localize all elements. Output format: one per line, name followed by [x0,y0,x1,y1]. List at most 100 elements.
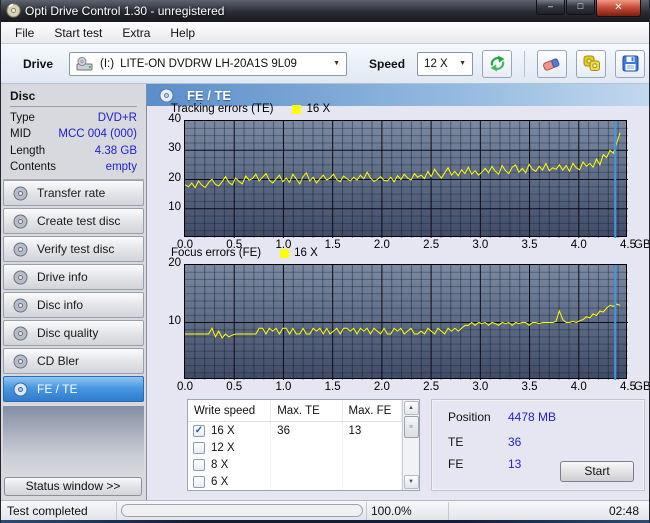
toolbar-separator [524,50,526,77]
status-bar: Test completed 100.0% 02:48 [1,500,649,520]
x-axis-tick-label: 3.0 [472,239,489,251]
sidebar-item-drive-info[interactable]: Drive info [3,264,144,290]
status-window-button[interactable]: Status window >> [4,477,142,496]
y-axis-tick-label: 20 [168,257,181,269]
sidebar-item-label: Create test disc [37,214,121,228]
cell-write-speed: 12 X [188,439,272,456]
menu-item-help[interactable]: Help [160,24,205,42]
statusbar-separator [366,502,367,520]
elapsed-time: 02:48 [608,504,639,518]
erase-disc-button[interactable] [537,49,568,78]
snapshot-button[interactable] [576,49,607,78]
table-scrollbar[interactable]: ▲ ≡ ▼ [402,400,419,490]
menu-item-extra[interactable]: Extra [112,24,160,42]
window-controls: – □ ✕ [535,0,641,17]
x-axis-tick-label: 0.5 [226,381,243,393]
sidebar-item-label: Disc quality [37,326,99,340]
speed-checkbox[interactable] [193,475,205,488]
x-axis-tick-label: 1.0 [275,381,292,393]
results-panel: Position 4478 MB TE 36 FE 13 Start [431,399,645,491]
chart-title-label: Tracking errors (TE) [171,103,274,115]
x-axis-tick-label: 2.5 [423,239,440,251]
result-label-position: Position [448,410,491,424]
sidebar-item-disc-info[interactable]: Disc info [3,292,144,318]
sidebar-item-label: Verify test disc [37,242,115,256]
cell-write-speed: ✓ 16 X [188,422,272,439]
y-axis-tick-label: 10 [168,314,181,327]
tracking-errors-te-plot [184,120,628,238]
y-axis-tick-label: 30 [168,142,181,155]
x-axis-tick-label: 3.0 [472,381,489,393]
start-button[interactable]: Start [560,461,634,482]
menu-item-file[interactable]: File [5,24,44,42]
legend-speed-label: 16 X [294,247,318,259]
refresh-button[interactable] [482,49,513,78]
speed-value: 12 X [424,57,448,70]
window-title: Opti Drive Control 1.30 - unregistered [25,4,225,18]
cell-max-fe [343,456,402,473]
sidebar-item-verify-test-disc[interactable]: Verify test disc [3,236,144,262]
disc-row-value: MCC 004 (000) [58,128,137,140]
col-header-max-te: Max. TE [271,400,343,421]
drive-icon [76,56,94,72]
title-bar[interactable]: Opti Drive Control 1.30 - unregistered –… [1,0,649,22]
maximize-button-icon[interactable]: □ [566,0,595,15]
sidebar-item-transfer-rate[interactable]: Transfer rate [3,180,144,206]
disc-icon [13,242,28,256]
disc-row-type: Type DVD+R [10,112,137,124]
legend-swatch [292,104,302,114]
x-axis-tick-label: 2.5 [423,381,440,393]
scroll-up-icon[interactable]: ▲ [403,401,419,415]
sidebar-empty-area [3,406,144,475]
sidebar-item-create-test-disc[interactable]: Create test disc [3,208,144,234]
chart-canvas [184,121,628,238]
disc-info-panel: Disc Type DVD+R MID MCC 004 (000) Length 4.38… [3,86,144,180]
disc-row-label: Contents [10,161,57,173]
drive-label: Drive [23,56,54,71]
x-axis-unit-label: GB [634,239,650,251]
disc-icon [13,214,28,228]
speed-checkbox[interactable] [193,441,205,454]
speed-select[interactable]: 12 X ▼ [417,51,474,76]
scrollbar-thumb[interactable]: ≡ [403,416,419,438]
app-window: Opti Drive Control 1.30 - unregistered –… [0,0,650,523]
x-axis-tick-label: 4.0 [570,381,587,393]
x-axis-tick-label: 2.0 [373,239,390,251]
sidebar-item-fe-te[interactable]: FE / TE [3,376,144,402]
disc-row-label: MID [10,128,32,140]
scroll-down-icon[interactable]: ▼ [403,475,419,489]
close-button-icon[interactable]: ✕ [596,0,641,17]
col-header-max-fe: Max. FE [343,400,402,421]
cell-max-fe [343,439,402,456]
sidebar-item-label: Drive info [37,270,88,284]
cell-write-speed: 8 X [188,456,272,473]
write-speed-table: Write speed Max. TE Max. FE ✓ 16 X 36 13 12 X 8 … [187,399,420,491]
sidebar-item-disc-quality[interactable]: Disc quality [3,320,144,346]
result-value-position: 4478 MB [508,410,557,424]
table-row[interactable]: 8 X [188,456,402,473]
save-icon [621,54,640,73]
table-row[interactable]: ✓ 16 X 36 13 [188,422,402,439]
drive-name: LITE-ON DVDRW LH-20A1S 9L09 [120,57,297,70]
status-text: Test completed [7,504,88,518]
drive-select[interactable]: (I:) LITE-ON DVDRW LH-20A1S 9L09 ▼ [69,51,348,76]
chart-title-row: Tracking errors (TE) 16 X [171,103,330,115]
eraser-icon [541,55,563,73]
table-row[interactable]: 12 X [188,439,402,456]
minimize-button-icon[interactable]: – [536,0,565,15]
table-row[interactable]: 6 X [188,473,402,490]
table-header-row: Write speed Max. TE Max. FE [188,400,402,422]
speed-checkbox[interactable] [193,458,205,471]
cell-max-te [271,473,343,490]
progress-bar [121,504,363,517]
menu-item-start-test[interactable]: Start test [44,24,112,42]
col-header-write-speed: Write speed [188,400,272,421]
statusbar-separator [448,502,449,520]
sidebar-item-label: CD Bler [37,354,80,368]
sidebar-item-cd-bler[interactable]: CD Bler [3,348,144,374]
chart-canvas [185,265,628,380]
speed-checkbox[interactable]: ✓ [193,424,205,437]
page-title: FE / TE [187,87,232,103]
x-axis-tick-label: 2.0 [373,381,390,393]
save-button[interactable] [615,49,646,78]
